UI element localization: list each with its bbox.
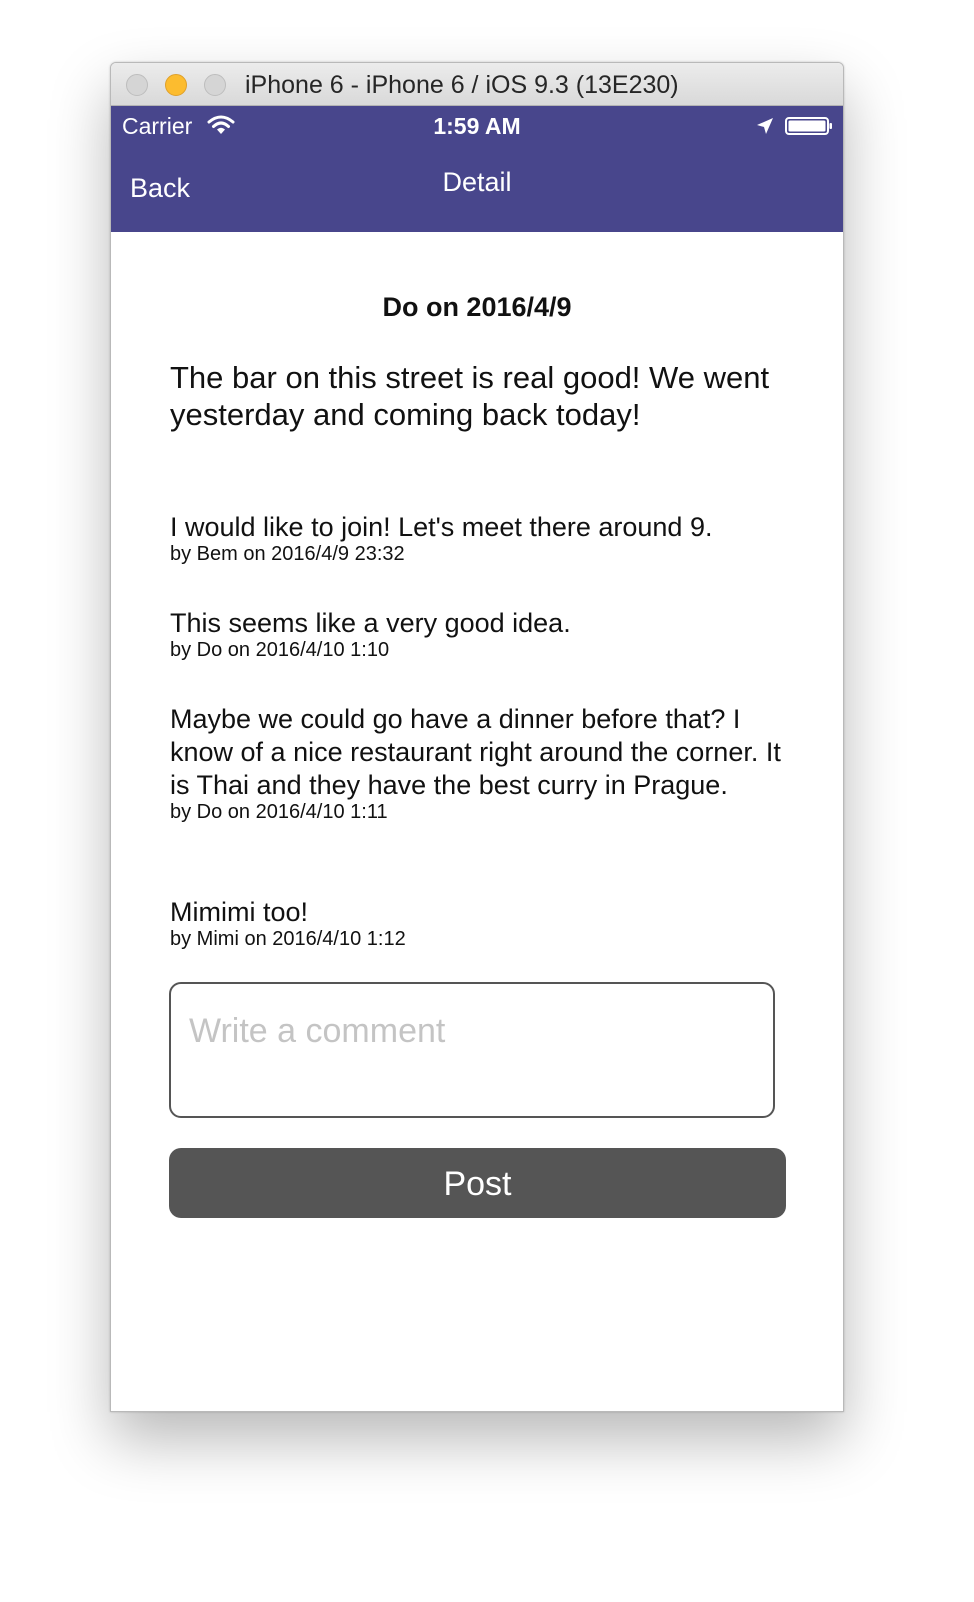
zoom-window-button[interactable] — [204, 74, 226, 96]
comment-item: Maybe we could go have a dinner before t… — [170, 703, 790, 824]
window-title: iPhone 6 - iPhone 6 / iOS 9.3 (13E230) — [245, 71, 679, 99]
comment-item: I would like to join! Let's meet there a… — [170, 511, 790, 566]
comment-text: Maybe we could go have a dinner before t… — [170, 704, 781, 800]
minimize-window-button[interactable] — [165, 74, 187, 96]
window-titlebar: iPhone 6 - iPhone 6 / iOS 9.3 (13E230) — [111, 63, 843, 106]
page-title: Detail — [442, 167, 512, 197]
comment-meta: by Mimi on 2016/4/10 1:12 — [170, 928, 406, 950]
location-arrow-icon — [757, 118, 773, 134]
comment-item: This seems like a very good idea. by Do … — [170, 607, 790, 662]
status-time: 1:59 AM — [433, 113, 521, 139]
comment-meta: by Do on 2016/4/10 1:10 — [170, 639, 390, 661]
post-body: The bar on this street is real good! We … — [170, 360, 770, 432]
comment-input[interactable] — [169, 982, 775, 1118]
simulator-window: iPhone 6 - iPhone 6 / iOS 9.3 (13E230) C… — [110, 62, 844, 1412]
navigation-bar: Back Detail — [111, 146, 843, 232]
post-header: Do on 2016/4/9 — [382, 292, 572, 322]
post-button[interactable]: Post — [169, 1148, 786, 1218]
status-bar: Carrier 1:59 AM — [111, 106, 843, 146]
battery-icon — [785, 117, 832, 135]
comment-meta: by Do on 2016/4/10 1:11 — [170, 801, 388, 823]
close-window-button[interactable] — [126, 74, 148, 96]
detail-content: Do on 2016/4/9 The bar on this street is… — [111, 232, 843, 1411]
comment-text: I would like to join! Let's meet there a… — [170, 512, 713, 542]
comment-meta: by Bem on 2016/4/9 23:32 — [170, 543, 405, 565]
comment-text: This seems like a very good idea. — [170, 608, 571, 638]
comment-text: Mimimi too! — [170, 897, 309, 927]
comment-item: Mimimi too! by Mimi on 2016/4/10 1:12 — [170, 896, 790, 951]
